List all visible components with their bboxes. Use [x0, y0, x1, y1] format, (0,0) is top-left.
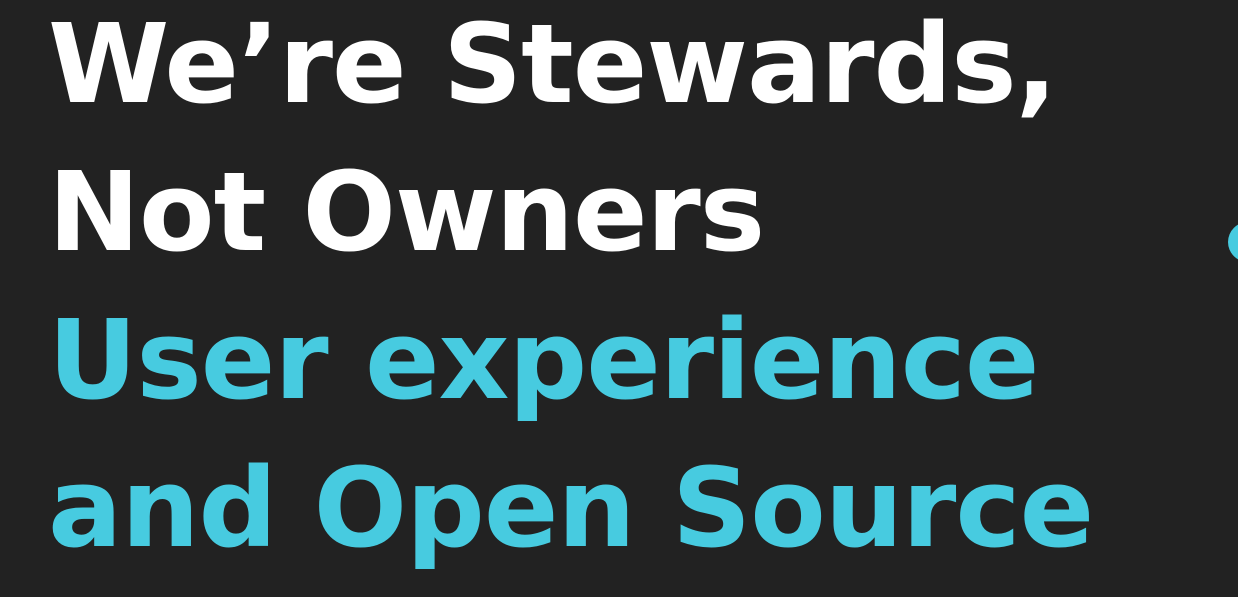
subtitle-line-1: User experience — [48, 296, 1040, 424]
title-line-1: We’re Stewards, — [48, 0, 1057, 128]
subtitle-line-2: and Open Source — [48, 444, 1094, 572]
slide: We’re Stewards, Not Owners User experien… — [0, 0, 1238, 597]
accent-dot-icon — [1228, 222, 1238, 262]
title-line-2: Not Owners — [48, 148, 765, 276]
slide-headline: We’re Stewards, Not Owners User experien… — [48, 0, 1094, 582]
